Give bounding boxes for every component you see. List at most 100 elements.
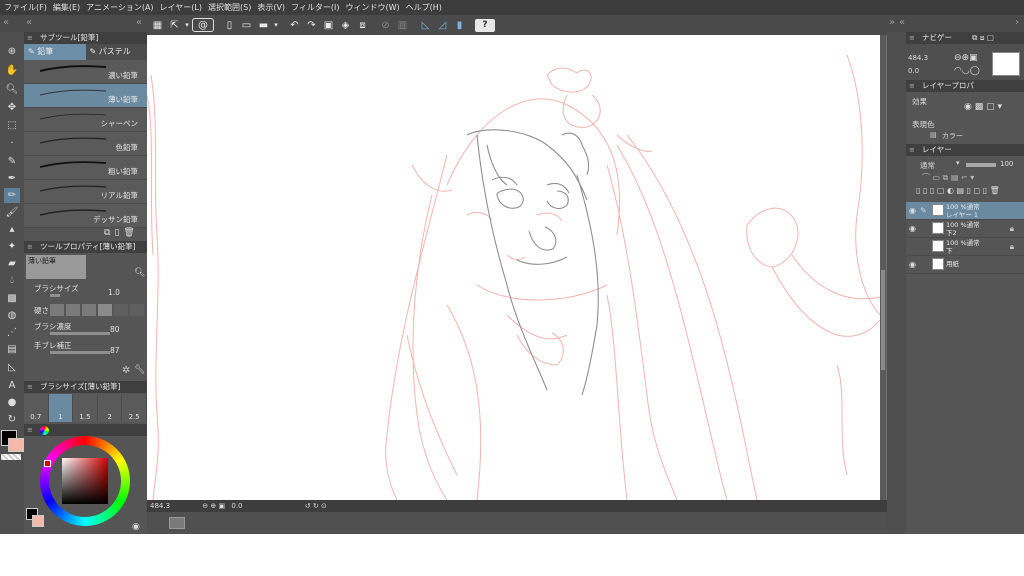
panel-menu-icon[interactable]: ≡ (909, 80, 915, 92)
clear-icon[interactable]: ▣ (321, 18, 336, 32)
panel-menu-icon[interactable]: ≡ (27, 424, 33, 436)
eye-icon[interactable]: ◉ (909, 260, 916, 269)
brush-item[interactable]: 色鉛筆 (24, 132, 147, 156)
zoom-in-icon[interactable]: ⊕ (210, 502, 216, 510)
menu-layer[interactable]: レイヤー(L) (160, 2, 202, 13)
menu-select[interactable]: 選択範囲(S) (208, 2, 251, 13)
selection-tool-icon[interactable]: ⬚ (4, 118, 20, 133)
layer-row[interactable]: ◉ ✎ 100 %通常 レイヤー 1 (906, 202, 1024, 220)
blend-mode-select[interactable]: 通常 (920, 160, 935, 171)
undo-icon[interactable]: ↶ (287, 18, 302, 32)
zoom-readout[interactable]: 484.3 (150, 502, 170, 510)
settings-icon[interactable]: ✲ (122, 365, 130, 376)
hue-marker[interactable] (44, 460, 51, 467)
opacity-value[interactable]: 100 (1000, 160, 1013, 168)
help-button[interactable]: ? (475, 18, 495, 32)
navigator-thumbnail[interactable] (992, 52, 1020, 76)
navigator-rotate-buttons[interactable]: ◠◡◯ (954, 66, 980, 76)
eye-icon[interactable]: ◉ (909, 224, 916, 233)
select-tool-icon[interactable]: ⇱ (167, 18, 182, 32)
layer-row[interactable]: 100 %通常下 🔒︎ (906, 238, 1024, 256)
size-preset[interactable]: 2 (98, 394, 123, 422)
move-tool-icon[interactable]: ✥ (4, 100, 20, 115)
ruler-tool-icon[interactable]: ◺ (4, 360, 20, 375)
size-preset[interactable]: 0.7 (24, 394, 49, 422)
text-tool-icon[interactable]: A (4, 378, 20, 393)
fit-icon[interactable]: ▣ (219, 502, 226, 510)
save-icon[interactable]: ▬ (256, 18, 271, 32)
blend-tool-icon[interactable]: 💧︎ (4, 273, 20, 288)
snap-icon[interactable]: ▥ (395, 18, 410, 32)
panel-menu-icon[interactable]: ≡ (27, 381, 33, 393)
correction-tool-icon[interactable]: ↻ (4, 412, 20, 427)
airbrush-tool-icon[interactable]: ▴ (4, 222, 20, 237)
size-preset[interactable]: 1.5 (73, 394, 98, 422)
wheel-sub-color-swatch[interactable] (32, 515, 44, 527)
brush-tool-icon[interactable]: 🖌︎ (4, 205, 20, 220)
eyedropper-tool-icon[interactable]: ✎ (4, 154, 20, 169)
zoom-tool-icon[interactable]: ⊕ (4, 44, 20, 59)
navigator-angle[interactable]: 0.0 (908, 67, 919, 75)
navigator-zoom[interactable]: 484.3 (908, 54, 928, 62)
collapse-left-panel-icon[interactable]: « (26, 17, 32, 28)
eye-icon[interactable]: ◉ (909, 206, 916, 215)
chevron-down-icon[interactable]: ▾ (273, 18, 279, 32)
menu-filter[interactable]: フィルター(I) (291, 2, 339, 13)
rotate-left-icon[interactable]: ↺ (305, 502, 311, 510)
tab-pencil[interactable]: ✎ 鉛筆 (24, 44, 86, 60)
brush-density-value[interactable]: 80 (110, 325, 120, 334)
collapse-left-icon[interactable]: « (3, 17, 9, 28)
color-sphere-icon[interactable]: ◉ (132, 522, 140, 532)
brush-density-slider[interactable] (50, 332, 110, 335)
crop-icon[interactable]: ⊘ (378, 18, 393, 32)
grid-snap-icon[interactable]: ▮ (452, 18, 467, 32)
panel-menu-icon[interactable]: ≡ (27, 32, 33, 44)
wrench-icon[interactable]: 🔧︎ (134, 365, 145, 375)
chevron-down-icon[interactable]: ▾ (184, 18, 190, 32)
scrollbar-thumb[interactable] (881, 270, 885, 370)
menu-edit[interactable]: 編集(E) (53, 2, 80, 13)
navigator-zoom-buttons[interactable]: ⊖⊕▣ (954, 53, 978, 63)
layer-row[interactable]: ◉ 用紙 (906, 256, 1024, 274)
color-square[interactable] (62, 458, 108, 504)
lasso-tool-icon[interactable]: · (4, 136, 20, 151)
clip-studio-icon[interactable]: @ (192, 18, 214, 32)
hand-tool-icon[interactable]: ✋ (4, 63, 20, 78)
menu-file[interactable]: ファイル(F) (4, 2, 47, 13)
canvas-area[interactable] (147, 35, 887, 500)
transparent-color-swatch[interactable] (1, 454, 21, 460)
open-folder-icon[interactable]: ▭ (239, 18, 254, 32)
collapse-panel-icon[interactable]: « (136, 17, 142, 28)
layer-action-icons[interactable]: ▯ ▯ ▯ ▢ ◐ ▤ ▯ ◻ ▯ 🗑︎ (916, 186, 1000, 195)
brush-item[interactable]: シャーペン (24, 108, 147, 132)
transform-icon[interactable]: ⧈ (355, 18, 370, 32)
rotate-right-icon[interactable]: ↻ (313, 502, 319, 510)
decoration-tool-icon[interactable]: ✦ (4, 239, 20, 254)
brush-item[interactable]: デッサン鉛筆 (24, 204, 147, 228)
size-preset[interactable]: 1 (48, 394, 74, 422)
lock-icon[interactable]: 🔒︎ (1010, 224, 1014, 234)
expression-color-select[interactable]: カラー (942, 131, 963, 141)
color-wheel[interactable] (40, 436, 130, 526)
vertical-scrollbar[interactable] (880, 35, 886, 500)
rotation-readout[interactable]: 0.0 (231, 502, 242, 510)
menu-help[interactable]: ヘルプ(H) (406, 2, 442, 13)
new-subtool-icon[interactable]: ▯ (114, 228, 119, 238)
layer-row[interactable]: ◉ 100 %通常 下2 🔒︎ (906, 220, 1024, 238)
brush-size-slider[interactable] (50, 294, 60, 297)
new-file-icon[interactable]: ▯ (222, 18, 237, 32)
document-tab-thumbnail[interactable] (169, 517, 185, 529)
gradient-tool-icon[interactable]: ▩ (4, 291, 20, 306)
sub-color-swatch[interactable] (8, 438, 24, 452)
reset-rotation-icon[interactable]: ⊙ (321, 502, 327, 510)
brush-size-value[interactable]: 1.0 (108, 288, 120, 297)
pen-tool-icon[interactable]: ✒ (4, 171, 20, 186)
hardness-selector[interactable] (50, 304, 144, 316)
chevron-right-icon[interactable]: › (1015, 17, 1019, 28)
stabilization-value[interactable]: 87 (110, 346, 120, 355)
lock-icon[interactable]: 🔒︎ (1010, 242, 1014, 252)
menu-animation[interactable]: アニメーション(A) (86, 2, 153, 13)
stabilization-slider[interactable] (50, 351, 110, 354)
tab-pastel[interactable]: ✎ パステル (85, 44, 147, 60)
copy-subtool-icon[interactable]: ⧉ (104, 228, 110, 238)
